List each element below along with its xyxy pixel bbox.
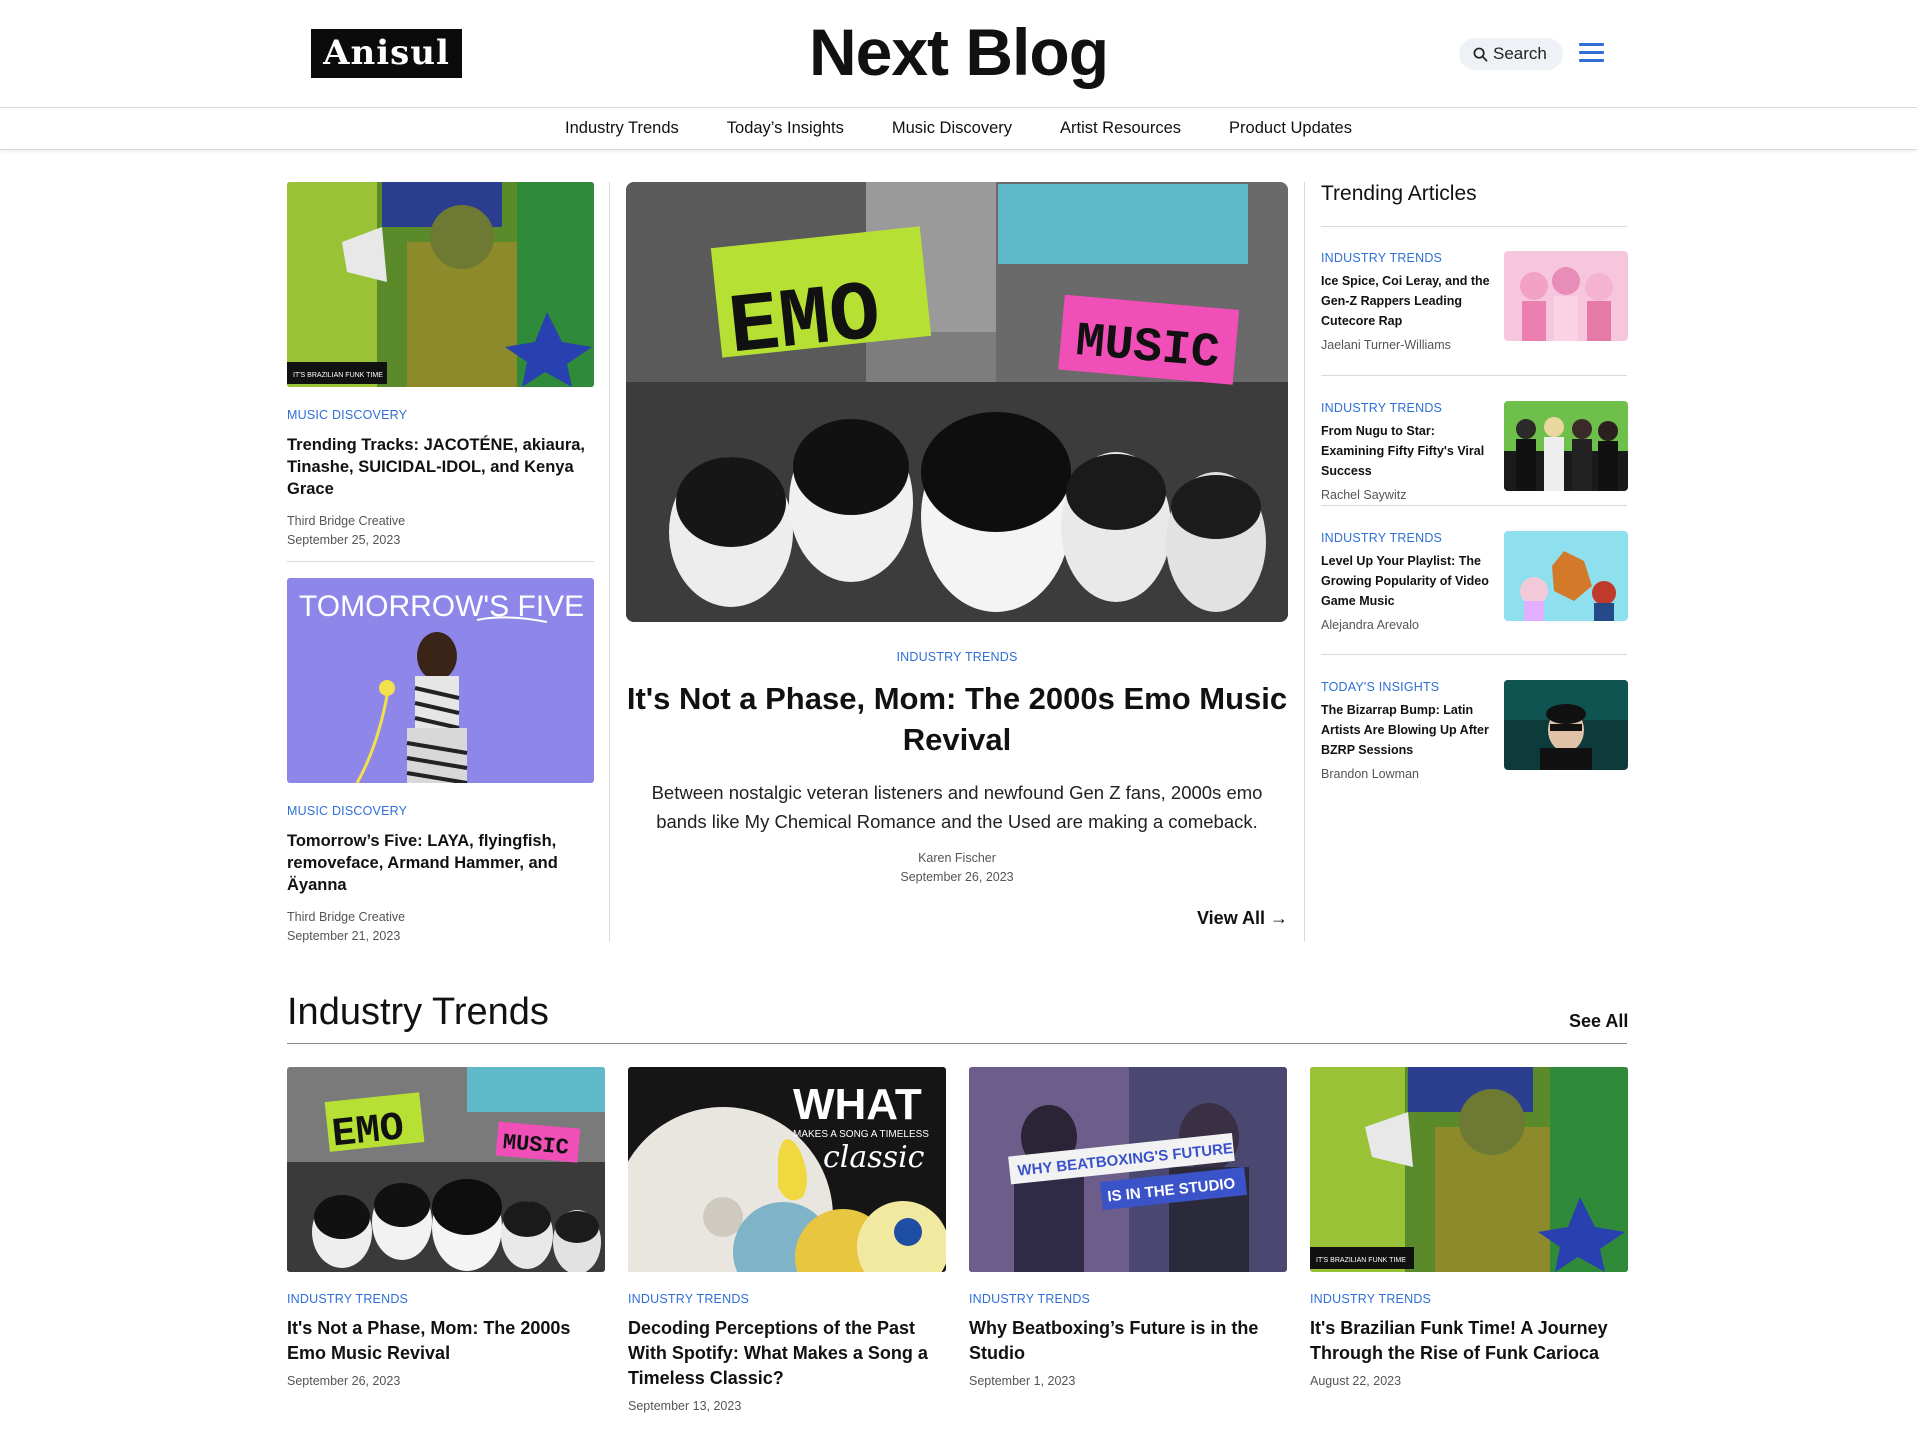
svg-text:WHAT: WHAT [793,1080,922,1129]
divider [1321,375,1627,376]
article-title[interactable]: It's Not a Phase, Mom: The 2000s Emo Mus… [287,1316,605,1366]
nav-item-industry-trends[interactable]: Industry Trends [565,119,679,138]
trending-thumbnail[interactable] [1504,680,1628,770]
trending-thumbnail[interactable] [1504,401,1628,491]
article-card[interactable]: EMO MUSIC Industry Trends It's Not a Pha… [287,1067,605,1388]
featured-title[interactable]: It's Not a Phase, Mom: The 2000s Emo Mus… [626,678,1288,760]
featured-article[interactable]: EMO MUSIC Industry Trends It's Not a Pha… [626,182,1288,884]
trending-thumbnail[interactable] [1504,251,1628,341]
svg-text:MAKES A SONG A TIMELESS: MAKES A SONG A TIMELESS [793,1129,929,1140]
article-title[interactable]: Trending Tracks: JACOTÉNE, akiaura, Tina… [287,434,594,500]
article-date: September 1, 2023 [969,1374,1076,1388]
article-date: September 26, 2023 [287,1374,401,1388]
svg-text:classic: classic [823,1140,925,1175]
article-thumbnail[interactable]: EMO MUSIC [287,1067,605,1272]
main-nav: Industry Trends Today’s Insights Music D… [0,108,1917,150]
hamburger-menu-icon[interactable] [1579,43,1604,63]
article-card[interactable]: IT'S BRAZILIAN FUNK TIME Music Discovery… [287,182,594,547]
article-category[interactable]: Music Discovery [287,408,594,422]
article-title[interactable]: Why Beatboxing’s Future is in the Studio [969,1316,1287,1366]
featured-thumbnail[interactable]: EMO MUSIC [626,182,1288,622]
article-title[interactable]: Tomorrow’s Five: LAYA, flyingfish, remov… [287,830,594,896]
article-date: September 21, 2023 [287,929,401,943]
trending-item[interactable]: Industry Trends From Nugu to Star: Exami… [1321,401,1628,502]
divider [287,561,594,562]
nav-item-product-updates[interactable]: Product Updates [1229,119,1352,138]
column-divider [609,182,610,942]
featured-category[interactable]: Industry Trends [626,650,1288,664]
article-author: Third Bridge Creative [287,514,406,528]
trending-title[interactable]: Ice Spice, Coi Leray, and the Gen-Z Rapp… [1321,271,1501,331]
article-category[interactable]: Industry Trends [628,1292,946,1306]
article-date: September 13, 2023 [628,1399,742,1413]
featured-date: September 26, 2023 [900,870,1014,884]
article-category[interactable]: Industry Trends [969,1292,1287,1306]
column-divider [1304,182,1305,942]
search-label: Search [1493,44,1547,63]
article-thumbnail[interactable]: IT'S BRAZILIAN FUNK TIME [1310,1067,1628,1272]
article-card[interactable]: WHY BEATBOXING'S FUTURE IS IN THE STUDIO… [969,1067,1287,1388]
site-title[interactable]: Next Blog [0,14,1917,90]
trending-item[interactable]: Today's Insights The Bizarrap Bump: Lati… [1321,680,1628,781]
trending-item[interactable]: Industry Trends Ice Spice, Coi Leray, an… [1321,251,1628,352]
trending-author: Jaelani Turner-Williams [1321,338,1451,352]
trending-title[interactable]: Level Up Your Playlist: The Growing Popu… [1321,551,1501,611]
trending-category[interactable]: Industry Trends [1321,251,1501,265]
trending-category[interactable]: Industry Trends [1321,401,1501,415]
article-category[interactable]: Music Discovery [287,804,594,818]
svg-text:IT'S BRAZILIAN FUNK TIME: IT'S BRAZILIAN FUNK TIME [1316,1257,1406,1264]
trending-category[interactable]: Today's Insights [1321,680,1501,694]
trending-category[interactable]: Industry Trends [1321,531,1501,545]
nav-item-artist-resources[interactable]: Artist Resources [1060,119,1181,138]
section-divider [287,1043,1627,1044]
article-title[interactable]: It's Brazilian Funk Time! A Journey Thro… [1310,1316,1628,1366]
featured-excerpt: Between nostalgic veteran listeners and … [651,782,1263,832]
trending-thumbnail[interactable] [1504,531,1628,621]
trending-author: Rachel Saywitz [1321,488,1407,502]
article-date: September 25, 2023 [287,533,401,547]
trending-title[interactable]: The Bizarrap Bump: Latin Artists Are Blo… [1321,700,1501,760]
article-card[interactable]: WHAT MAKES A SONG A TIMELESS classic Ind… [628,1067,946,1413]
svg-text:EMO: EMO [725,267,885,377]
search-icon [1473,47,1488,61]
see-all-link[interactable]: See All [1569,1011,1628,1032]
site-header: Anisul Next Blog Search [0,0,1917,108]
article-thumbnail[interactable]: WHAT MAKES A SONG A TIMELESS classic [628,1067,946,1272]
trending-item[interactable]: Industry Trends Level Up Your Playlist: … [1321,531,1628,632]
article-category[interactable]: Industry Trends [287,1292,605,1306]
article-card[interactable]: IT'S BRAZILIAN FUNK TIME Industry Trends… [1310,1067,1628,1388]
section-heading: Industry Trends [287,991,549,1033]
article-thumbnail[interactable]: IT'S BRAZILIAN FUNK TIME [287,182,594,387]
divider [1321,226,1627,227]
trending-heading: Trending Articles [1321,182,1477,205]
article-author: Third Bridge Creative [287,910,406,924]
article-category[interactable]: Industry Trends [1310,1292,1628,1306]
trending-title[interactable]: From Nugu to Star: Examining Fifty Fifty… [1321,421,1501,481]
trending-author: Brandon Lowman [1321,767,1419,781]
nav-item-todays-insights[interactable]: Today’s Insights [727,119,844,138]
svg-text:IT'S BRAZILIAN FUNK TIME: IT'S BRAZILIAN FUNK TIME [293,372,383,379]
divider [1321,654,1627,655]
article-title[interactable]: Decoding Perceptions of the Past With Sp… [628,1316,946,1391]
search-button[interactable]: Search [1459,38,1563,70]
svg-text:EMO: EMO [330,1106,406,1158]
divider [1321,505,1627,506]
featured-author: Karen Fischer [918,851,996,865]
svg-text:TOMORROW'S FIVE: TOMORROW'S FIVE [299,590,584,623]
article-date: August 22, 2023 [1310,1374,1402,1388]
nav-item-music-discovery[interactable]: Music Discovery [892,119,1012,138]
article-thumbnail[interactable]: WHY BEATBOXING'S FUTURE IS IN THE STUDIO [969,1067,1287,1272]
view-all-link[interactable]: View All → [1197,908,1288,929]
article-card[interactable]: TOMORROW'S FIVE Music Discovery Tomorrow… [287,578,594,943]
article-thumbnail[interactable]: TOMORROW'S FIVE [287,578,594,783]
trending-author: Alejandra Arevalo [1321,618,1419,632]
